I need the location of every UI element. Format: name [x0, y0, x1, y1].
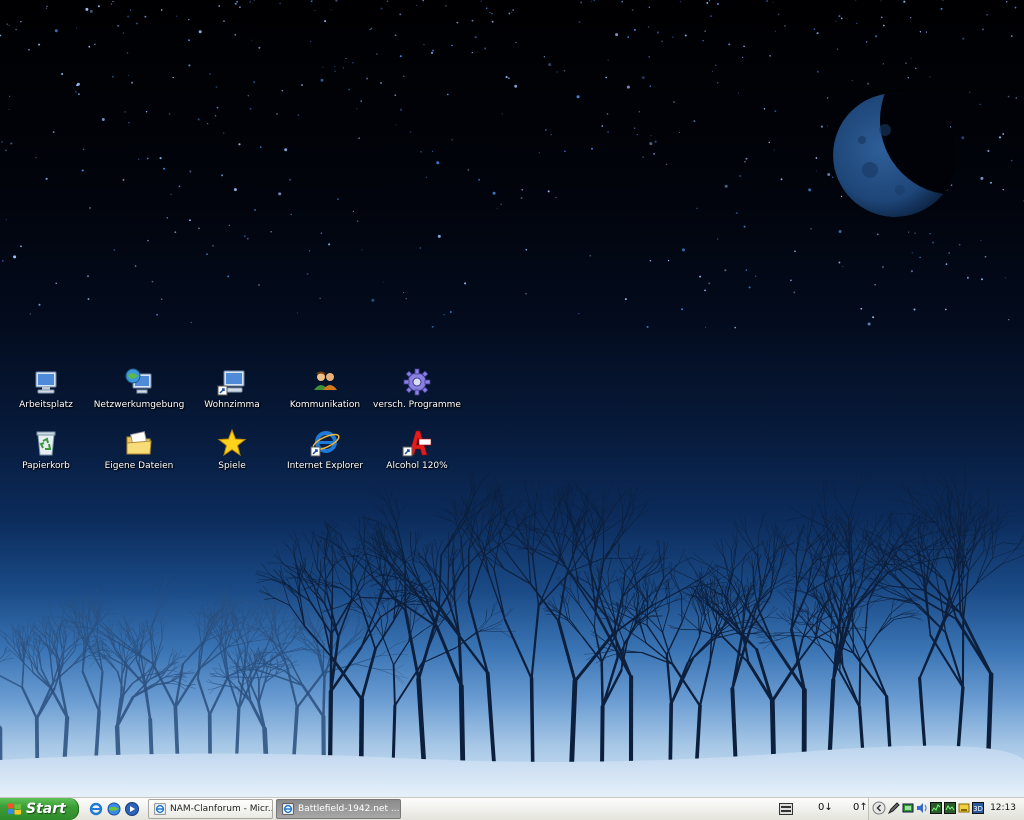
speaker-icon[interactable] — [916, 802, 928, 814]
desktop-icon-label: Alcohol 120% — [386, 461, 448, 471]
my-computer-icon — [35, 371, 57, 394]
network-monitor-icon[interactable] — [930, 802, 942, 814]
desktop-icon-versch-programme[interactable]: versch. Programme — [372, 366, 462, 422]
ie-icon[interactable] — [88, 801, 104, 817]
desktop: Arbeitsplatz Netzwerkumgebung Wohnzimma — [0, 0, 1024, 797]
pen-icon[interactable] — [888, 802, 900, 814]
desktop-icon-arbeitsplatz[interactable]: Arbeitsplatz — [1, 366, 91, 422]
taskbar-button-battlefield[interactable]: Battlefield-1942.net ... — [276, 799, 401, 819]
tree — [61, 573, 279, 772]
tree — [206, 645, 293, 773]
chevron-left-icon[interactable] — [872, 801, 886, 815]
desktop-icon-label: Kommunikation — [289, 400, 361, 410]
desktop-icon-internet-explorer[interactable]: Internet Explorer — [280, 427, 370, 483]
drive-icon[interactable] — [958, 802, 970, 814]
network-status-icon[interactable] — [902, 802, 914, 814]
taskbar-button-label: NAM-Clanforum - Micr... — [170, 804, 273, 814]
users-icon — [314, 371, 337, 390]
taskbar-button-nam-clanforum[interactable]: NAM-Clanforum - Micr... — [148, 799, 273, 819]
recycle-bin-icon — [36, 431, 56, 456]
desktop-icon-label: Netzwerkumgebung — [93, 400, 185, 410]
tree — [187, 603, 300, 772]
trees — [0, 463, 1024, 773]
gear-icon — [403, 368, 431, 396]
media-player-icon[interactable] — [124, 801, 140, 817]
alcohol-icon — [402, 430, 432, 457]
tree — [670, 512, 800, 773]
desktop-icon-eigene-dateien[interactable]: Eigene Dateien — [94, 427, 184, 483]
tree — [0, 646, 14, 773]
taskbar-button-label: Battlefield-1942.net ... — [298, 804, 400, 814]
desktop-icon-label: Wohnzimma — [204, 400, 260, 410]
network-monitor-icon[interactable] — [944, 802, 956, 814]
ie-icon — [154, 803, 166, 815]
computer-shortcut-icon — [217, 370, 245, 396]
desktop-icon-kommunikation[interactable]: Kommunikation — [280, 366, 370, 422]
tree — [773, 574, 924, 772]
network-icon — [125, 368, 152, 394]
ie-icon — [282, 803, 294, 815]
system-tray: 3D 12:13 — [868, 798, 1024, 820]
desktop-icon-label: Eigene Dateien — [104, 461, 174, 471]
desktop-icon-alcohol-120[interactable]: Alcohol 120% — [372, 427, 462, 483]
clock[interactable]: 12:13 — [990, 803, 1016, 813]
network-download-rate: 0↓ — [818, 802, 833, 813]
desktop-icon-label: Arbeitsplatz — [19, 400, 73, 410]
start-button[interactable]: Start — [0, 798, 79, 820]
desktop-icon-label: Papierkorb — [22, 461, 70, 471]
keyboard-icon[interactable] — [779, 803, 793, 815]
snow-ground — [0, 745, 1024, 797]
desktop-icon-netzwerkumgebung[interactable]: Netzwerkumgebung — [94, 366, 184, 422]
desktop-icon-label: Spiele — [218, 461, 246, 471]
folder-icon — [126, 431, 152, 455]
tree — [233, 577, 408, 772]
desktop-icon-wohnzimma[interactable]: Wohnzimma — [187, 366, 277, 422]
desktop-icon-spiele[interactable]: Spiele — [187, 427, 277, 483]
ie-icon — [310, 431, 340, 457]
ie-icon[interactable] — [106, 801, 122, 817]
start-label: Start — [26, 801, 66, 817]
desktop-icon-label: versch. Programme — [373, 400, 461, 410]
windows-flag-icon — [7, 802, 22, 815]
tree — [316, 467, 519, 773]
tree — [53, 593, 119, 772]
network-upload-rate: 0↑ — [853, 802, 868, 813]
star-icon — [217, 428, 247, 457]
monitor-icon[interactable]: 3D — [972, 802, 984, 814]
taskbar: Start NAM-Clanforum - Micr... Battlefiel… — [0, 797, 1024, 820]
desktop-icon-label: Internet Explorer — [286, 461, 364, 471]
desktop-icon-papierkorb[interactable]: Papierkorb — [1, 427, 91, 483]
tree — [258, 545, 439, 773]
